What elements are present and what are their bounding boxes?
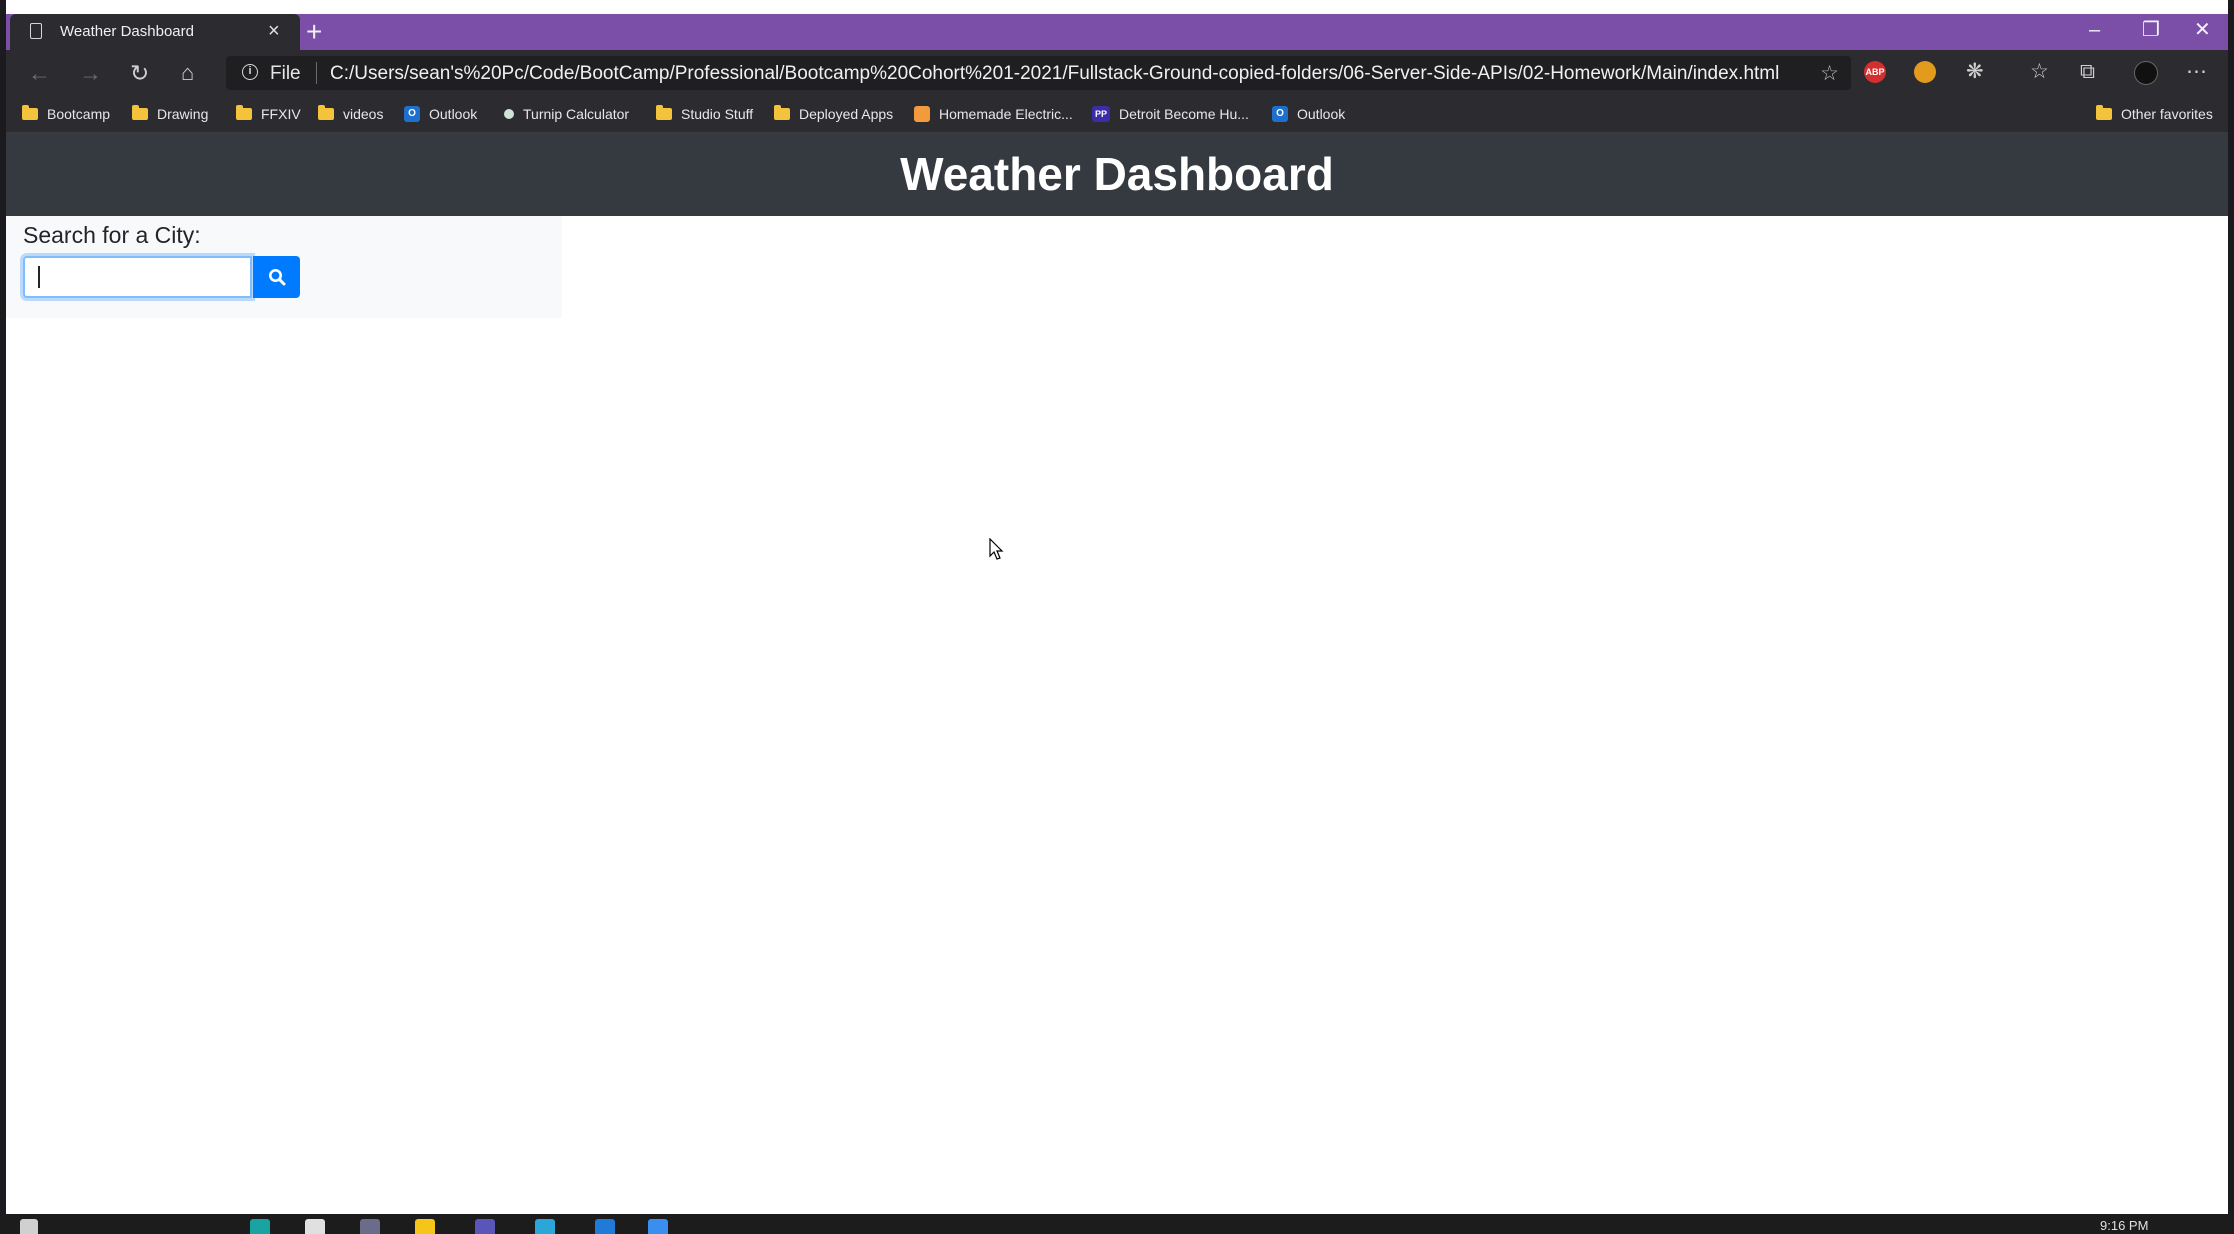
vscode-taskbar-icon[interactable] bbox=[595, 1219, 615, 1234]
extension-icon[interactable] bbox=[1914, 61, 1936, 83]
folder-icon bbox=[774, 105, 790, 120]
app-taskbar-icon[interactable] bbox=[648, 1219, 668, 1234]
tab-weather-dashboard[interactable]: Weather Dashboard × bbox=[10, 14, 300, 50]
bookmark-drawing[interactable]: Drawing bbox=[132, 104, 208, 124]
back-icon[interactable]: ← bbox=[28, 59, 51, 87]
bookmark-outlook-2[interactable]: O Outlook bbox=[1272, 104, 1345, 124]
bookmark-label: Deployed Apps bbox=[799, 106, 894, 122]
bookmark-studio-stuff[interactable]: Studio Stuff bbox=[656, 104, 753, 124]
bookmark-deployed-apps[interactable]: Deployed Apps bbox=[774, 104, 893, 124]
app-taskbar-icon[interactable] bbox=[415, 1219, 435, 1234]
bookmark-label: Outlook bbox=[1297, 106, 1346, 122]
refresh-icon[interactable]: ↻ bbox=[130, 59, 149, 87]
browser-toolbar: ← → ↻ ⌂ i File C:/Users/sean's%20Pc/Code… bbox=[6, 50, 2228, 96]
info-icon[interactable]: i bbox=[242, 64, 258, 80]
outlook-icon: O bbox=[1272, 106, 1288, 122]
profile-avatar[interactable] bbox=[2134, 61, 2158, 85]
bookmark-turnip-calculator[interactable]: Turnip Calculator bbox=[504, 104, 629, 124]
tab-strip: Weather Dashboard × + – ❐ ✕ bbox=[6, 14, 2228, 50]
tab-title: Weather Dashboard bbox=[60, 23, 194, 40]
search-button[interactable] bbox=[253, 256, 300, 298]
home-icon[interactable]: ⌂ bbox=[181, 59, 194, 87]
adblock-extension-icon[interactable]: ABP bbox=[1864, 61, 1886, 83]
search-input[interactable] bbox=[23, 256, 252, 298]
favorites-icon[interactable]: ☆ bbox=[2030, 59, 2049, 85]
settings-more-icon[interactable]: ⋯ bbox=[2186, 59, 2207, 85]
address-scheme: File bbox=[270, 63, 301, 84]
bookmark-detroit-become-human[interactable]: PP Detroit Become Hu... bbox=[1092, 104, 1249, 124]
bookmark-label: Detroit Become Hu... bbox=[1119, 106, 1249, 122]
folder-icon bbox=[22, 105, 38, 120]
bookmarks-bar: Bootcamp Drawing FFXIV videos O Outlook T… bbox=[6, 96, 2228, 133]
bookmark-label: Other favorites bbox=[2121, 106, 2213, 122]
site-icon bbox=[914, 106, 930, 122]
bookmark-label: Outlook bbox=[429, 106, 478, 122]
outlook-icon: O bbox=[404, 106, 420, 122]
bookmark-videos[interactable]: videos bbox=[318, 104, 383, 124]
app-taskbar-icon[interactable] bbox=[305, 1219, 325, 1234]
taskbar-clock[interactable]: 9:16 PM bbox=[2100, 1218, 2148, 1233]
address-bar[interactable]: i File C:/Users/sean's%20Pc/Code/BootCam… bbox=[226, 56, 1851, 90]
bookmark-label: Homemade Electric... bbox=[939, 106, 1073, 122]
address-divider bbox=[316, 62, 317, 84]
bookmark-label: FFXIV bbox=[261, 106, 301, 122]
address-url[interactable]: C:/Users/sean's%20Pc/Code/BootCamp/Profe… bbox=[330, 63, 1779, 85]
dot-icon bbox=[504, 109, 514, 119]
folder-icon bbox=[2096, 105, 2112, 120]
collections-icon[interactable]: ⧉ bbox=[2080, 59, 2095, 85]
edge-taskbar-icon[interactable] bbox=[250, 1219, 270, 1234]
app-taskbar-icon[interactable] bbox=[360, 1219, 380, 1234]
bookmark-label: Bootcamp bbox=[47, 106, 111, 122]
folder-icon bbox=[656, 105, 672, 120]
search-panel: Search for a City: bbox=[6, 216, 562, 318]
start-icon[interactable] bbox=[20, 1219, 38, 1234]
tab-close-button[interactable]: × bbox=[268, 20, 280, 42]
page-icon bbox=[30, 23, 42, 39]
app-taskbar-icon[interactable] bbox=[535, 1219, 555, 1234]
bookmark-label: videos bbox=[343, 106, 384, 122]
forward-icon[interactable]: → bbox=[79, 59, 102, 87]
bookmark-other-favorites[interactable]: Other favorites bbox=[2096, 104, 2213, 124]
pp-icon: PP bbox=[1092, 106, 1110, 122]
browser-window: Weather Dashboard × + – ❐ ✕ ← → ↻ ⌂ i Fi… bbox=[6, 0, 2228, 1220]
bookmark-label: Studio Stuff bbox=[681, 106, 754, 122]
search-icon bbox=[269, 269, 286, 286]
bookmark-bootcamp[interactable]: Bootcamp bbox=[22, 104, 110, 124]
text-caret bbox=[38, 266, 40, 288]
os-taskbar: 9:16 PM bbox=[0, 1214, 2234, 1234]
folder-icon bbox=[318, 105, 334, 120]
bookmark-outlook[interactable]: O Outlook bbox=[404, 104, 477, 124]
page-title: Weather Dashboard bbox=[900, 148, 1334, 200]
add-favorite-icon[interactable]: ☆ bbox=[1820, 61, 1839, 86]
minimize-button[interactable]: – bbox=[2089, 18, 2100, 42]
page-content: Weather Dashboard Search for a City: bbox=[6, 133, 2228, 1214]
bookmark-homemade-electric[interactable]: Homemade Electric... bbox=[914, 104, 1073, 124]
react-devtools-icon[interactable]: ❋ bbox=[1966, 59, 1984, 85]
header-banner: Weather Dashboard bbox=[6, 133, 2228, 216]
search-label: Search for a City: bbox=[23, 222, 201, 248]
new-tab-button[interactable]: + bbox=[306, 17, 322, 47]
bookmark-ffxiv[interactable]: FFXIV bbox=[236, 104, 301, 124]
app-taskbar-icon[interactable] bbox=[475, 1219, 495, 1234]
folder-icon bbox=[236, 105, 252, 120]
mouse-cursor-icon bbox=[989, 538, 1004, 560]
bookmark-label: Drawing bbox=[157, 106, 209, 122]
close-window-button[interactable]: ✕ bbox=[2194, 18, 2211, 42]
bookmark-label: Turnip Calculator bbox=[523, 106, 630, 122]
restore-button[interactable]: ❐ bbox=[2142, 18, 2160, 42]
folder-icon bbox=[132, 105, 148, 120]
